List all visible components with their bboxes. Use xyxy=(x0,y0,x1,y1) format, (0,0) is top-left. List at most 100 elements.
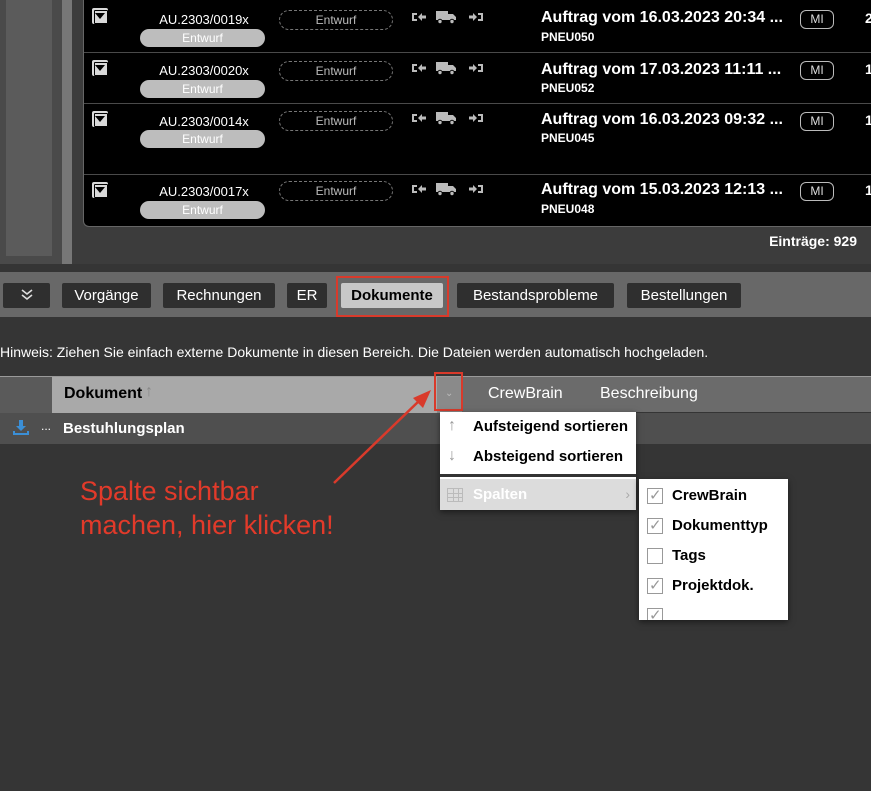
table-row[interactable]: AU.2303/0019x Entwurf Entwurf Auftrag vo… xyxy=(84,0,871,53)
tab-vorgaenge[interactable]: Vorgänge xyxy=(62,283,151,308)
order-number: AU.2303/0017x xyxy=(159,184,249,199)
transfer-in-icon[interactable] xyxy=(468,61,484,80)
truck-icon[interactable] xyxy=(436,111,458,130)
annotation-line: Spalte sichtbar xyxy=(80,476,259,506)
column-toggle-label: Tags xyxy=(672,547,706,564)
transfer-in-icon[interactable] xyxy=(468,111,484,130)
user-tag: MI xyxy=(800,182,834,201)
status-badge: Entwurf xyxy=(140,130,265,148)
column-toggle-label: Dokumenttyp xyxy=(672,517,768,534)
order-code: PNEU050 xyxy=(541,30,595,44)
status-badge: Entwurf xyxy=(140,201,265,219)
table-row[interactable]: AU.2303/0017x Entwurf Entwurf Auftrag vo… xyxy=(84,175,871,227)
row-count: 1 xyxy=(865,182,871,198)
menu-item-columns[interactable]: Spalten › xyxy=(440,479,636,510)
sidebar-body xyxy=(6,0,52,256)
row-count: 1 xyxy=(865,61,871,77)
transfer-out-icon[interactable] xyxy=(411,182,427,201)
action-icons xyxy=(411,111,491,129)
expand-row-icon[interactable] xyxy=(92,60,108,76)
checkbox[interactable] xyxy=(647,516,663,534)
checkbox[interactable] xyxy=(647,486,663,504)
document-name: Bestuhlungsplan xyxy=(63,420,185,437)
chevron-right-icon: › xyxy=(625,486,630,502)
status-field[interactable]: Entwurf xyxy=(279,10,393,30)
column-toggle-tags[interactable]: Tags xyxy=(639,540,788,570)
download-icon[interactable] xyxy=(13,419,29,435)
menu-item-label: Absteigend sortieren xyxy=(473,448,624,465)
order-list-panel: AU.2303/0019x Entwurf Entwurf Auftrag vo… xyxy=(0,0,871,264)
order-code: PNEU052 xyxy=(541,81,595,95)
order-code: PNEU048 xyxy=(541,202,595,216)
column-header-document[interactable]: Dokument ↑ xyxy=(52,377,437,413)
status-field[interactable]: Entwurf xyxy=(279,181,393,201)
tab-highlight-box xyxy=(336,276,449,317)
transfer-in-icon[interactable] xyxy=(468,182,484,201)
order-number: AU.2303/0020x xyxy=(159,63,249,78)
column-toggle-crewbrain[interactable]: CrewBrain xyxy=(639,480,788,510)
column-header-label: Dokument xyxy=(64,385,143,402)
column-context-menu: ↑ Aufsteigend sortieren ↓ Absteigend sor… xyxy=(440,412,636,510)
transfer-in-icon[interactable] xyxy=(468,10,484,29)
arrow-up-icon: ↑ xyxy=(448,417,456,434)
user-tag: MI xyxy=(800,10,834,29)
columns-submenu: CrewBrain Dokumenttyp Tags Projektdok. xyxy=(639,479,788,620)
status-field[interactable]: Entwurf xyxy=(279,61,393,81)
row-count: 2 xyxy=(865,10,871,26)
header-gutter xyxy=(0,377,52,413)
order-table: AU.2303/0019x Entwurf Entwurf Auftrag vo… xyxy=(83,0,871,227)
menu-divider xyxy=(440,474,636,477)
truck-icon[interactable] xyxy=(436,61,458,80)
expand-row-icon[interactable] xyxy=(92,111,108,127)
action-icons xyxy=(411,10,491,28)
column-header-description[interactable]: Beschreibung xyxy=(600,385,698,403)
order-number: AU.2303/0014x xyxy=(159,114,249,129)
column-toggle-partial[interactable] xyxy=(639,600,788,620)
transfer-out-icon[interactable] xyxy=(411,111,427,130)
order-number: AU.2303/0019x xyxy=(159,12,249,27)
action-icons xyxy=(411,182,491,200)
annotation-line: machen, hier klicken! xyxy=(80,510,334,540)
transfer-out-icon[interactable] xyxy=(411,10,427,29)
expand-row-icon[interactable] xyxy=(92,182,108,198)
checkbox[interactable] xyxy=(647,606,663,620)
menu-item-label: Aufsteigend sortieren xyxy=(473,418,629,435)
columns-grid-icon xyxy=(447,488,463,502)
table-row[interactable]: AU.2303/0020x Entwurf Entwurf Auftrag vo… xyxy=(84,53,871,104)
menu-item-sort-asc[interactable]: ↑ Aufsteigend sortieren xyxy=(440,412,636,442)
tab-bestellungen[interactable]: Bestellungen xyxy=(627,283,741,308)
status-badge: Entwurf xyxy=(140,80,265,98)
tab-rechnungen[interactable]: Rechnungen xyxy=(163,283,275,308)
column-toggle-label: Projektdok. xyxy=(672,577,754,594)
checkbox[interactable] xyxy=(647,548,663,564)
row-count: 1 xyxy=(865,112,871,128)
action-icons xyxy=(411,61,491,79)
truck-icon[interactable] xyxy=(436,10,458,29)
tab-bestandsprobleme[interactable]: Bestandsprobleme xyxy=(457,283,614,308)
order-title: Auftrag vom 17.03.2023 11:11 ... xyxy=(541,61,782,78)
column-toggle-dokumenttyp[interactable]: Dokumenttyp xyxy=(639,510,788,540)
row-more[interactable]: ... xyxy=(41,419,51,433)
left-sidebar xyxy=(0,0,72,264)
menu-highlight-box xyxy=(434,372,463,411)
document-row[interactable]: ... Bestuhlungsplan xyxy=(0,413,871,444)
sidebar-scrollbar[interactable] xyxy=(62,0,72,264)
expand-row-icon[interactable] xyxy=(92,8,108,24)
column-toggle-projektdok[interactable]: Projektdok. xyxy=(639,570,788,600)
column-header-crewbrain[interactable]: CrewBrain xyxy=(488,385,563,403)
collapse-tabs-button[interactable] xyxy=(3,283,50,308)
transfer-out-icon[interactable] xyxy=(411,61,427,80)
annotation-text: Spalte sichtbar machen, hier klicken! xyxy=(80,474,334,542)
tab-er[interactable]: ER xyxy=(287,283,327,308)
menu-item-sort-desc[interactable]: ↓ Absteigend sortieren xyxy=(440,442,636,472)
user-tag: MI xyxy=(800,61,834,80)
column-toggle-label: CrewBrain xyxy=(672,487,748,504)
checkbox[interactable] xyxy=(647,576,663,594)
truck-icon[interactable] xyxy=(436,182,458,201)
upload-hint: Hinweis: Ziehen Sie einfach externe Doku… xyxy=(0,344,709,360)
table-row[interactable]: AU.2303/0014x Entwurf Entwurf Auftrag vo… xyxy=(84,104,871,175)
order-title: Auftrag vom 16.03.2023 20:34 ... xyxy=(541,9,783,26)
order-title: Auftrag vom 15.03.2023 12:13 ... xyxy=(541,181,783,198)
sort-arrow-icon: ↑ xyxy=(145,383,153,400)
status-field[interactable]: Entwurf xyxy=(279,111,393,131)
